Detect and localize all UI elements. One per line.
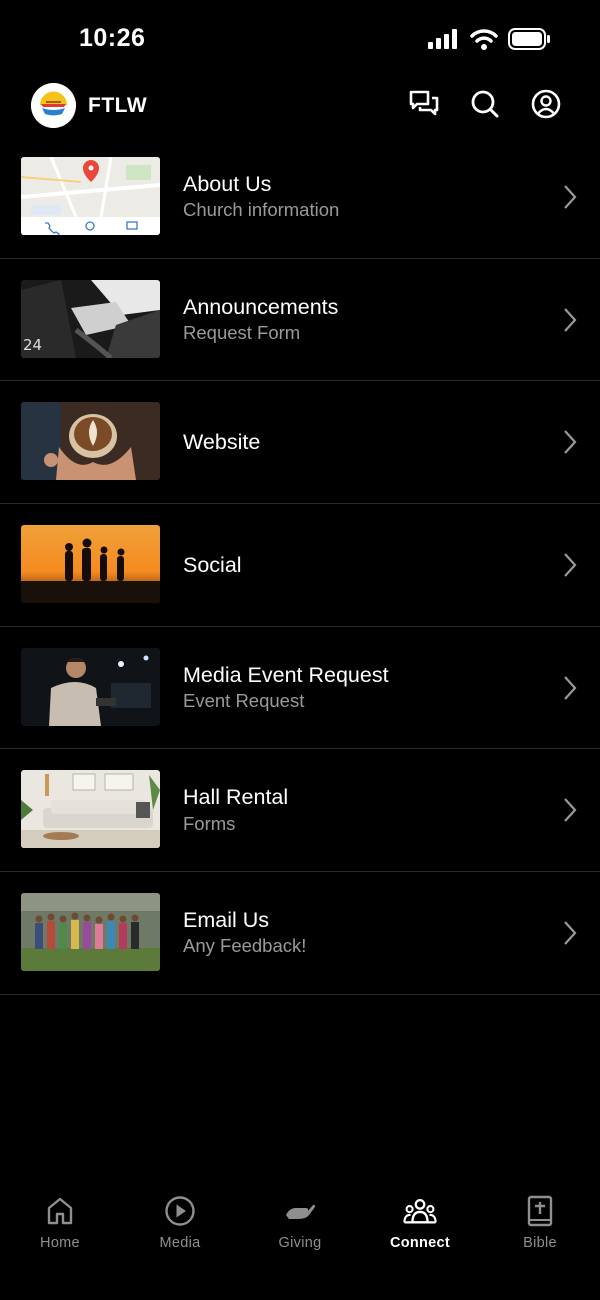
connect-list: About Us Church information 24 Announcem… <box>0 136 600 995</box>
list-item-title: About Us <box>183 171 272 196</box>
list-item-social[interactable]: Social <box>0 504 600 627</box>
nav-label: Giving <box>278 1235 322 1251</box>
chat-icon <box>408 89 440 124</box>
list-item-subtitle: Church information <box>183 199 340 221</box>
group-photo-thumbnail <box>21 893 160 972</box>
sunset-silhouettes-thumbnail <box>21 525 160 604</box>
list-item-website[interactable]: Website <box>0 381 600 505</box>
nav-connect[interactable]: Connect <box>360 1190 480 1300</box>
list-item-text: Website <box>183 381 260 503</box>
app-title: FTLW <box>88 94 148 117</box>
cellular-signal-icon <box>428 29 460 54</box>
chevron-right-icon <box>564 185 577 209</box>
chevron-right-icon <box>564 553 577 577</box>
profile-button[interactable] <box>529 89 563 123</box>
nav-label: Home <box>40 1235 80 1251</box>
list-item-media-event-request[interactable]: Media Event Request Event Request <box>0 627 600 750</box>
app-header: FTLW <box>0 80 600 134</box>
chevron-right-icon <box>564 921 577 945</box>
list-item-subtitle: Event Request <box>183 689 305 711</box>
svg-text:24: 24 <box>23 336 42 354</box>
giving-hand-icon <box>283 1194 317 1228</box>
nav-home[interactable]: Home <box>0 1190 120 1300</box>
list-item-title: Email Us <box>183 908 270 933</box>
ftlw-logo[interactable] <box>31 83 76 128</box>
list-item-title: Announcements <box>183 294 339 319</box>
chat-button[interactable] <box>407 89 441 123</box>
list-item-subtitle: Request Form <box>183 321 301 343</box>
nav-bible[interactable]: Bible <box>480 1190 600 1300</box>
home-icon <box>43 1194 77 1228</box>
nav-label: Connect <box>389 1235 451 1251</box>
search-button[interactable] <box>468 89 502 123</box>
list-item-title: Website <box>183 430 261 455</box>
play-circle-icon <box>163 1194 197 1228</box>
list-item-text: Email Us Any Feedback! <box>183 872 306 994</box>
coffee-photo-thumbnail <box>21 402 160 481</box>
list-item-title: Social <box>183 552 242 577</box>
list-item-text: Hall Rental Forms <box>183 749 288 871</box>
chevron-right-icon <box>564 430 577 455</box>
people-group-icon <box>403 1194 437 1228</box>
bible-icon <box>523 1194 557 1228</box>
list-item-subtitle: Forms <box>183 812 236 834</box>
nav-label: Media <box>159 1235 201 1251</box>
nav-label: Bible <box>523 1235 557 1251</box>
laptop-photo-thumbnail: 24 <box>21 279 160 358</box>
studio-photo-thumbnail <box>21 647 160 726</box>
list-item-hall-rental[interactable]: Hall Rental Forms <box>0 749 600 873</box>
list-item-text: Announcements Request Form <box>183 259 338 381</box>
status-bar: 10:26 <box>0 0 600 80</box>
chevron-right-icon <box>564 676 577 700</box>
chevron-right-icon <box>564 798 577 823</box>
list-item-text: Social <box>183 504 242 626</box>
list-item-email-us[interactable]: Email Us Any Feedback! <box>0 872 600 995</box>
status-time: 10:26 <box>79 24 146 52</box>
map-thumbnail <box>21 157 160 235</box>
list-item-about-us[interactable]: About Us Church information <box>0 136 600 259</box>
profile-icon <box>531 89 561 124</box>
list-item-text: About Us Church information <box>183 136 339 258</box>
list-item-text: Media Event Request Event Request <box>183 627 389 749</box>
bottom-nav: Home Media Giving Connect Bible <box>0 1190 600 1300</box>
list-item-title: Media Event Request <box>183 662 389 687</box>
search-icon <box>470 89 500 124</box>
list-item-announcements[interactable]: 24 Announcements Request Form <box>0 259 600 382</box>
living-room-thumbnail <box>21 770 160 849</box>
nav-media[interactable]: Media <box>120 1190 240 1300</box>
battery-icon <box>508 28 550 55</box>
list-item-subtitle: Any Feedback! <box>183 935 307 957</box>
chevron-right-icon <box>564 307 577 332</box>
status-icons <box>428 28 550 55</box>
list-item-title: Hall Rental <box>183 785 289 810</box>
wifi-icon <box>470 28 498 55</box>
nav-giving[interactable]: Giving <box>240 1190 360 1300</box>
